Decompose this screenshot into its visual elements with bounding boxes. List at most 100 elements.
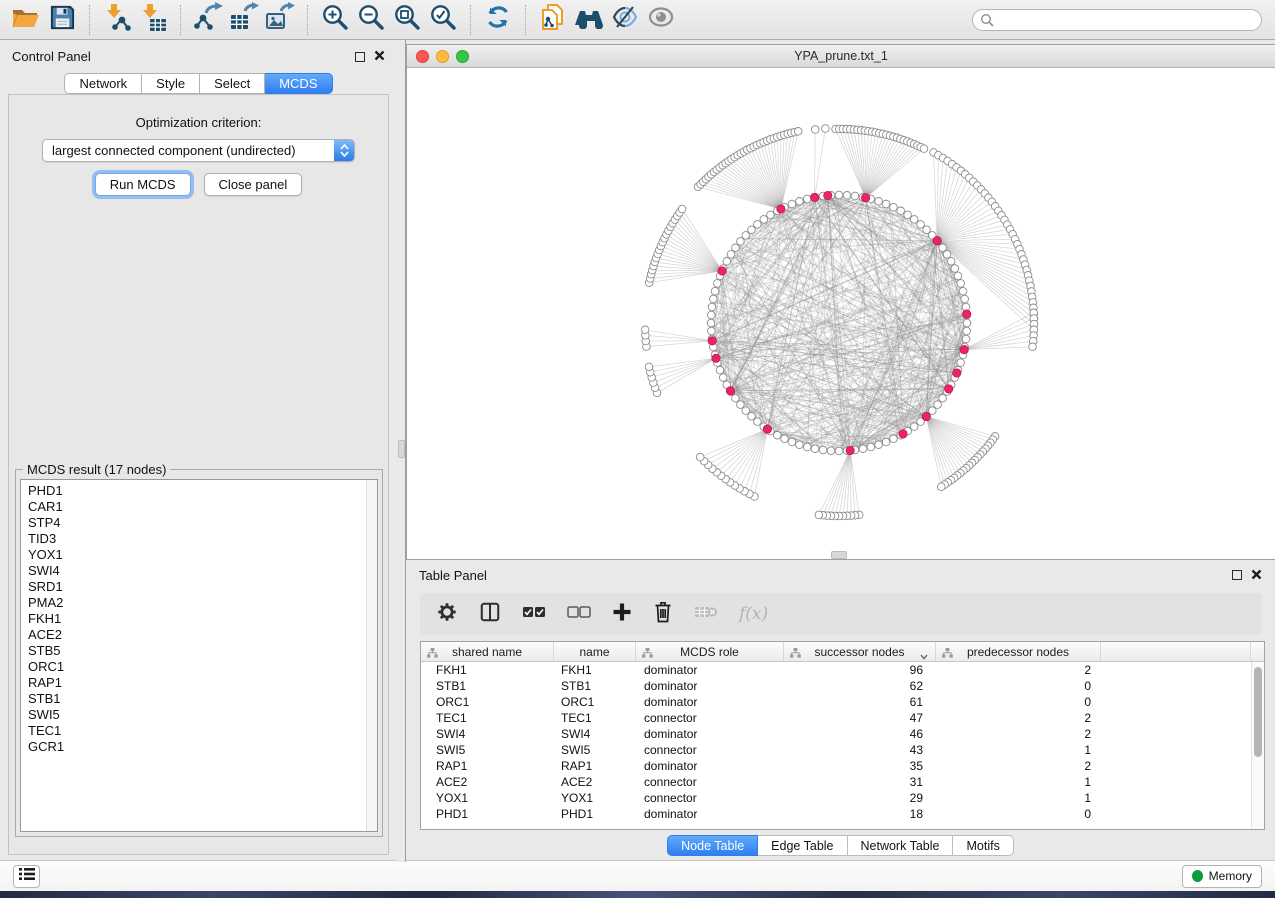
table-cell[interactable]: TEC1 (421, 711, 554, 725)
delete-table-button[interactable] (694, 603, 718, 626)
optimization-criterion-select[interactable]: largest connected component (undirected) (42, 139, 355, 162)
table-cell[interactable]: YOX1 (554, 791, 636, 805)
mcds-result-item[interactable]: CAR1 (28, 499, 377, 515)
export-table-button[interactable] (226, 3, 262, 37)
network-canvas[interactable] (407, 68, 1275, 559)
table-cell[interactable]: 46 (784, 727, 936, 741)
mcds-result-item[interactable]: PMA2 (28, 595, 377, 611)
table-cell[interactable]: 0 (936, 695, 1101, 709)
close-panel-button[interactable]: Close panel (204, 173, 303, 196)
column-header-empty[interactable] (1101, 642, 1251, 661)
table-cell[interactable]: ACE2 (421, 775, 554, 789)
table-row[interactable]: SWI5SWI5connector431 (421, 742, 1264, 758)
column-header-MCDS-role[interactable]: MCDS role (636, 642, 784, 661)
deselect-all-columns-button[interactable] (567, 605, 591, 624)
table-cell[interactable]: 96 (784, 663, 936, 677)
mcds-result-item[interactable]: TID3 (28, 531, 377, 547)
toggle-graphics-details-button[interactable] (607, 3, 643, 37)
table-cell[interactable]: connector (636, 791, 784, 805)
table-cell[interactable]: 18 (784, 807, 936, 821)
table-cell[interactable]: 0 (936, 807, 1101, 821)
table-cell[interactable]: ORC1 (554, 695, 636, 709)
table-cell[interactable]: 2 (936, 759, 1101, 773)
table-row[interactable]: SWI4SWI4dominator462 (421, 726, 1264, 742)
table-cell[interactable]: 43 (784, 743, 936, 757)
table-cell[interactable]: 1 (936, 791, 1101, 805)
sort-desc-icon[interactable] (920, 649, 928, 663)
table-cell[interactable]: 47 (784, 711, 936, 725)
zoom-out-button[interactable] (353, 3, 389, 37)
table-cell[interactable]: 62 (784, 679, 936, 693)
table-row[interactable]: ACE2ACE2connector311 (421, 774, 1264, 790)
table-cell[interactable]: 1 (936, 743, 1101, 757)
table-cell[interactable]: ACE2 (554, 775, 636, 789)
table-cell[interactable]: STB1 (421, 679, 554, 693)
refresh-view-button[interactable] (480, 3, 516, 37)
table-scrollbar[interactable] (1251, 662, 1264, 829)
zoom-fit-button[interactable] (389, 3, 425, 37)
mcds-result-item[interactable]: SRD1 (28, 579, 377, 595)
table-row[interactable]: STB1STB1dominator620 (421, 678, 1264, 694)
table-cell[interactable]: dominator (636, 695, 784, 709)
table-cell[interactable]: 2 (936, 711, 1101, 725)
float-panel-icon[interactable] (355, 52, 365, 62)
mcds-result-item[interactable]: SWI5 (28, 707, 377, 723)
mcds-result-scrollbar[interactable] (366, 480, 377, 831)
table-cell[interactable]: SWI4 (554, 727, 636, 741)
network-window-titlebar[interactable]: YPA_prune.txt_1 (407, 45, 1275, 68)
table-cell[interactable]: dominator (636, 807, 784, 821)
search-network-button[interactable] (571, 3, 607, 37)
tab-network[interactable]: Network (64, 73, 142, 94)
run-mcds-button[interactable]: Run MCDS (95, 173, 191, 196)
table-cell[interactable]: 35 (784, 759, 936, 773)
table-cell[interactable]: YOX1 (421, 791, 554, 805)
table-cell[interactable]: dominator (636, 759, 784, 773)
tab-select[interactable]: Select (200, 73, 265, 94)
apply-function-button[interactable]: f(x) (739, 604, 768, 624)
table-cell[interactable]: SWI5 (421, 743, 554, 757)
mcds-result-item[interactable]: STP4 (28, 515, 377, 531)
table-cell[interactable]: PHD1 (554, 807, 636, 821)
table-cell[interactable]: 2 (936, 663, 1101, 677)
table-cell[interactable]: PHD1 (421, 807, 554, 821)
table-cell[interactable]: dominator (636, 679, 784, 693)
search-input[interactable] (972, 9, 1262, 31)
tab-motifs[interactable]: Motifs (953, 835, 1013, 856)
column-header-predecessor-nodes[interactable]: predecessor nodes (936, 642, 1101, 661)
mcds-result-item[interactable]: STB1 (28, 691, 377, 707)
mcds-result-item[interactable]: TEC1 (28, 723, 377, 739)
table-row[interactable]: ORC1ORC1dominator610 (421, 694, 1264, 710)
select-all-columns-button[interactable] (522, 605, 546, 624)
splitter-handle[interactable] (398, 440, 405, 458)
zoom-selected-button[interactable] (425, 3, 461, 37)
table-cell[interactable]: FKH1 (421, 663, 554, 677)
tab-mcds[interactable]: MCDS (265, 73, 332, 94)
table-cell[interactable]: connector (636, 775, 784, 789)
column-settings-button[interactable] (436, 601, 458, 628)
toggle-birds-eye-view-button[interactable] (643, 3, 679, 37)
table-cell[interactable]: TEC1 (554, 711, 636, 725)
column-header-successor-nodes[interactable]: successor nodes (784, 642, 936, 661)
mcds-result-list[interactable]: PHD1CAR1STP4TID3YOX1SWI4SRD1PMA2FKH1ACE2… (20, 479, 378, 832)
table-cell[interactable]: dominator (636, 727, 784, 741)
add-column-button[interactable] (612, 602, 632, 627)
tab-network-table[interactable]: Network Table (848, 835, 954, 856)
mcds-result-item[interactable]: RAP1 (28, 675, 377, 691)
mcds-result-item[interactable]: YOX1 (28, 547, 377, 563)
mcds-result-item[interactable]: PHD1 (28, 483, 377, 499)
table-cell[interactable]: FKH1 (554, 663, 636, 677)
tab-edge-table[interactable]: Edge Table (758, 835, 847, 856)
close-panel-icon[interactable] (1251, 568, 1262, 583)
table-cell[interactable]: dominator (636, 663, 784, 677)
mcds-result-item[interactable]: GCR1 (28, 739, 377, 755)
task-history-button[interactable] (13, 865, 40, 888)
table-cell[interactable]: RAP1 (421, 759, 554, 773)
mcds-result-item[interactable]: ORC1 (28, 659, 377, 675)
table-row[interactable]: PHD1PHD1dominator180 (421, 806, 1264, 822)
table-cell[interactable]: 61 (784, 695, 936, 709)
table-cell[interactable]: 31 (784, 775, 936, 789)
table-row[interactable]: YOX1YOX1connector291 (421, 790, 1264, 806)
table-row[interactable]: FKH1FKH1dominator962 (421, 662, 1264, 678)
table-cell[interactable]: SWI5 (554, 743, 636, 757)
table-cell[interactable]: connector (636, 743, 784, 757)
